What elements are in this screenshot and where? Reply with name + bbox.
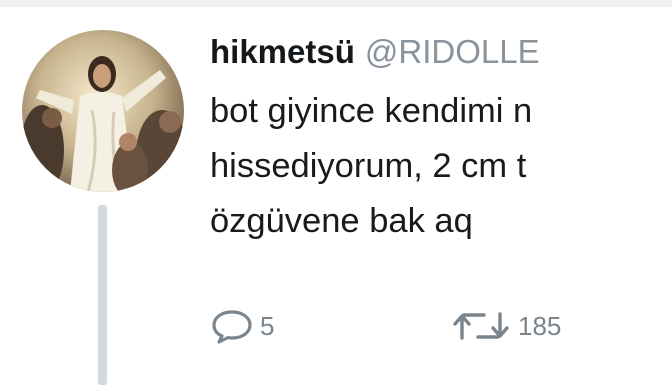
reply-icon <box>210 308 254 344</box>
tweet-text: bot giyince kendimi n hissediyorum, 2 cm… <box>210 84 672 249</box>
thread-connector-line <box>98 205 107 385</box>
retweet-button[interactable]: 185 <box>450 305 561 347</box>
display-name[interactable]: hikmetsü <box>210 33 355 70</box>
reply-button[interactable]: 5 <box>210 305 274 347</box>
user-handle[interactable]: @RIDOLLE <box>365 33 540 70</box>
tweet-text-line: hissediyorum, 2 cm t <box>210 147 527 185</box>
retweet-count: 185 <box>518 310 562 341</box>
tweet-text-line: bot giyince kendimi n <box>210 92 533 130</box>
avatar-painting <box>22 30 184 192</box>
reply-count: 5 <box>260 310 275 341</box>
retweet-icon <box>450 308 512 344</box>
top-divider <box>0 0 672 7</box>
avatar[interactable] <box>22 30 184 192</box>
tweet-header: hikmetsü @RIDOLLE <box>210 30 540 74</box>
tweet-text-line: özgüvene bak aq <box>210 202 473 240</box>
